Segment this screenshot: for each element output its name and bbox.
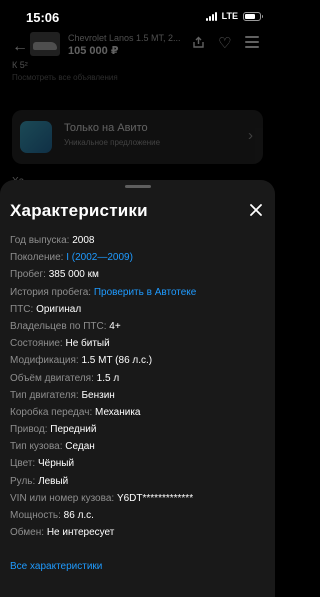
sheet-title: Характеристики <box>10 201 148 220</box>
spec-row: VIN или номер кузова: Y6DT************* <box>10 490 268 507</box>
spec-label: ПТС: <box>10 303 34 315</box>
spec-value: 385 000 км <box>48 269 99 281</box>
spec-row: Год выпуска: 2008 <box>10 232 268 249</box>
spec-label: Поколение: <box>10 252 64 264</box>
promo-title: Только на Авито <box>64 122 148 134</box>
spec-label: Пробег: <box>10 269 46 281</box>
back-arrow-icon[interactable]: ← <box>12 38 28 56</box>
spec-label: Тип кузова: <box>10 441 63 453</box>
spec-row: Тип кузова: Седан <box>10 438 268 455</box>
spec-value: Чёрный <box>37 458 75 470</box>
spec-row: Владельцев по ПТС: 4+ <box>10 318 268 335</box>
spec-row: Пробег: 385 000 км <box>10 266 268 283</box>
car-thumbnail <box>30 32 60 56</box>
chevron-right-icon: › <box>248 127 253 144</box>
spec-value: Левый <box>38 475 69 487</box>
promo-card[interactable]: Только на Авито Уникальное предложение › <box>12 110 263 164</box>
spec-label: Руль: <box>10 475 36 487</box>
listing-small-text: К 5² <box>12 60 28 70</box>
spec-label: Год выпуска: <box>10 235 70 246</box>
spec-value: Не интересует <box>46 527 115 539</box>
spec-label: Владельцев по ПТС: <box>10 320 107 332</box>
spec-row: Привод: Передний <box>10 421 268 438</box>
spec-label: Привод: <box>10 424 48 436</box>
spec-row[interactable]: История пробега: Проверить в Автотеке <box>10 284 268 301</box>
spec-value: Оригинал <box>36 303 82 315</box>
spec-row[interactable]: Поколение: I (2002—2009) <box>10 249 268 266</box>
battery-icon <box>243 11 263 21</box>
spec-label: Коробка передач: <box>10 406 93 418</box>
heart-icon[interactable]: ♡ <box>218 34 231 52</box>
spec-value: 1.5 MT (86 л.с.) <box>81 355 153 367</box>
listing-price: 105 000 ₽ <box>68 45 119 57</box>
listing-title: Chevrolet Lanos 1.5 MT, 2... <box>68 33 181 43</box>
drag-handle[interactable] <box>125 185 151 188</box>
background-listing: ← Chevrolet Lanos 1.5 MT, 2... 105 000 ₽… <box>0 30 275 190</box>
spec-value: Бензин <box>81 389 115 401</box>
spec-value: Механика <box>95 406 141 418</box>
listing-small-text-2: Посмотреть все объявления <box>12 73 118 82</box>
network-type: LTE <box>221 11 238 21</box>
spec-row: ПТС: Оригинал <box>10 301 268 318</box>
spec-label: Цвет: <box>10 458 36 470</box>
spec-list: Год выпуска: 2008 Поколение: I (2002—2009… <box>10 232 268 541</box>
promo-icon <box>20 121 52 153</box>
status-bar: 15:06 LTE <box>0 0 275 32</box>
all-specs-link[interactable]: Все характеристики <box>10 561 102 572</box>
spec-value: Передний <box>50 424 97 436</box>
spec-row: Объём двигателя: 1.5 л <box>10 370 268 387</box>
spec-label: История пробега: <box>10 286 92 298</box>
spec-label: Объём двигателя: <box>10 372 94 384</box>
spec-row: Руль: Левый <box>10 473 268 490</box>
spec-value-link[interactable]: Проверить в Автотеке <box>94 287 197 298</box>
spec-value-link[interactable]: I (2002—2009) <box>66 252 133 263</box>
spec-value: 2008 <box>72 235 95 246</box>
spec-label: Обмен: <box>10 527 45 539</box>
spec-value: 4+ <box>109 320 121 332</box>
promo-subtitle: Уникальное предложение <box>64 138 161 147</box>
spec-value: Не битый <box>65 338 110 350</box>
spec-row: Состояние: Не битый <box>10 335 268 352</box>
menu-icon[interactable] <box>245 36 259 49</box>
share-icon[interactable] <box>192 36 205 49</box>
spec-value: 1.5 л <box>96 372 120 384</box>
status-icons: LTE <box>205 11 263 21</box>
battery-level <box>245 13 256 19</box>
specs-bottom-sheet: Характеристики Год выпуска: 2008 Поколени… <box>0 180 275 597</box>
close-icon[interactable] <box>246 200 266 220</box>
spec-label: Тип двигателя: <box>10 389 79 401</box>
spec-row: Обмен: Не интересует <box>10 524 268 541</box>
spec-label: Состояние: <box>10 338 63 350</box>
spec-row: Коробка передач: Механика <box>10 404 268 421</box>
spec-row: Тип двигателя: Бензин <box>10 387 268 404</box>
spec-label: VIN или номер кузова: <box>10 492 115 504</box>
spec-row: Модификация: 1.5 MT (86 л.с.) <box>10 352 268 369</box>
spec-row: Цвет: Чёрный <box>10 455 268 472</box>
spec-label: Мощность: <box>10 510 61 521</box>
spec-value: Седан <box>65 441 95 453</box>
signal-icon <box>205 11 217 21</box>
spec-value: Y6DT************* <box>116 492 194 504</box>
spec-row: Мощность: 86 л.с. <box>10 507 268 524</box>
spec-value: 86 л.с. <box>63 510 94 521</box>
spec-label: Модификация: <box>10 355 79 367</box>
status-time: 15:06 <box>26 10 60 25</box>
